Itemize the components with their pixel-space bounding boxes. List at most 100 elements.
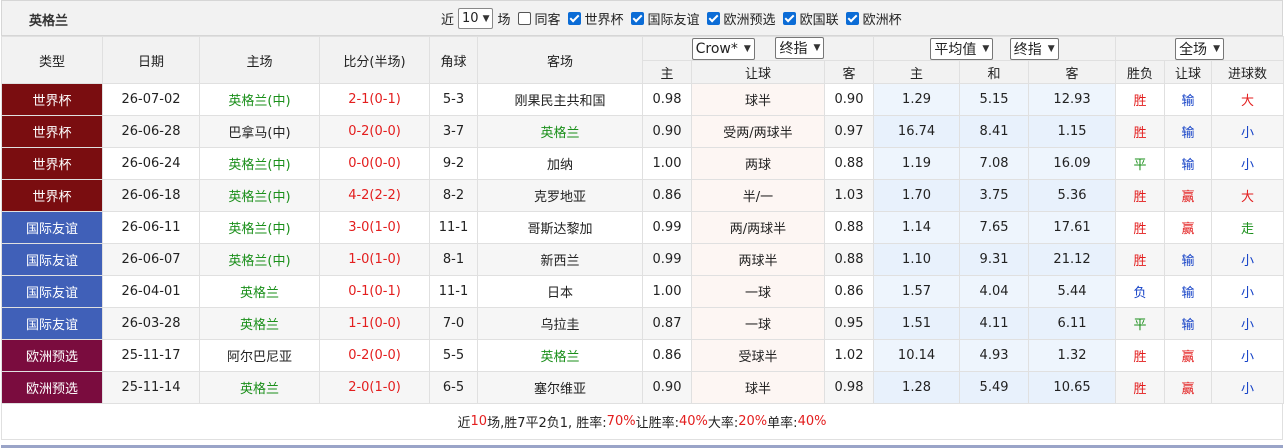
away-team-cell[interactable]: 刚果民主共和国 [477,83,643,116]
sub-header-goals: 进球数 [1211,60,1284,84]
odds-away-cell: 0.88 [823,243,875,276]
handicap-cell: 球半 [691,371,825,404]
score-cell[interactable]: 2-0(1-0) [319,371,430,404]
label-euro: 欧洲杯 [862,13,902,28]
home-team-cell[interactable]: 英格兰(中) [199,147,320,180]
odds-home-cell: 1.00 [642,275,692,308]
score-cell[interactable]: 0-0(0-0) [319,147,430,180]
home-team-cell[interactable]: 英格兰(中) [199,243,320,276]
chevron-down-icon: ▼ [1047,43,1055,54]
result-cell: 胜 [1115,339,1166,372]
away-team-cell[interactable]: 乌拉圭 [477,307,643,340]
match-date-cell: 26-06-07 [102,243,200,276]
match-date-cell: 26-03-28 [102,307,200,340]
final-index-select-2[interactable]: 终指 ▼ [1009,37,1059,60]
goals-result-cell: 小 [1211,275,1284,308]
handicap-result-cell: 赢 [1164,211,1213,244]
result-cell: 胜 [1115,179,1166,212]
away-team-cell[interactable]: 加纳 [477,147,643,180]
avg-away-cell: 12.93 [1028,83,1117,116]
avg-cell: 平均值 ▼ 终指 ▼ [873,36,1117,61]
header-away: 客场 [477,36,643,84]
match-date-cell: 25-11-17 [102,339,200,372]
checkbox-euro-qual[interactable] [706,12,720,25]
avg-away-cell: 10.65 [1028,371,1117,404]
average-select[interactable]: 平均值 ▼ [930,37,994,60]
away-team-cell[interactable]: 英格兰 [477,115,643,148]
table-row: 国际友谊 26-06-11 英格兰(中) 3-0(1-0) 11-1 哥斯达黎加 0.99 两… [1,211,1284,244]
stats-panel: 英格兰 近 10 ▼ 场 同客 世界杯 国际友谊 欧洲预选 欧国联 欧洲杯 类型 … [1,0,1284,448]
score-cell[interactable]: 1-1(0-0) [319,307,430,340]
match-date-cell: 26-06-18 [102,179,200,212]
goals-result-cell: 小 [1211,371,1284,404]
checkbox-nations-league[interactable] [782,12,796,25]
same-home-checkbox[interactable] [517,12,531,25]
home-team-cell[interactable]: 巴拿马(中) [199,115,320,148]
avg-draw-cell: 3.75 [959,179,1030,212]
corner-cell: 11-1 [429,275,478,308]
score-cell[interactable]: 0-1(0-1) [319,275,430,308]
full-time-select[interactable]: 全场 ▼ [1175,37,1224,60]
avg-home-cell: 1.28 [873,371,961,404]
odds-home-cell: 0.90 [642,371,692,404]
handicap-result-cell: 输 [1164,147,1213,180]
table-row: 欧洲预选 25-11-14 英格兰 2-0(1-0) 6-5 塞尔维亚 0.90 球半 0.98… [1,371,1284,404]
goals-result-cell: 小 [1211,147,1284,180]
home-team-cell[interactable]: 英格兰(中) [199,179,320,212]
corner-cell: 11-1 [429,211,478,244]
sub-header-avg-draw: 和 [959,60,1030,84]
away-team-cell[interactable]: 塞尔维亚 [477,371,643,404]
goals-result-cell: 小 [1211,243,1284,276]
away-team-cell[interactable]: 日本 [477,275,643,308]
summary-big-label: 大率: [707,416,739,431]
score-cell[interactable]: 2-1(0-1) [319,83,430,116]
home-team-cell[interactable]: 英格兰(中) [199,83,320,116]
odds-home-cell: 0.90 [642,115,692,148]
summary-prefix: 近 [457,416,471,431]
away-team-cell[interactable]: 英格兰 [477,339,643,372]
checkbox-friendly[interactable] [630,12,644,25]
home-team-cell[interactable]: 英格兰 [199,307,320,340]
summary-bar: 近 10 场,胜7平2负1, 胜率: 70% 让胜率: 40% 大率: 20% 单率: 40… [1,404,1283,440]
goals-result-cell: 小 [1211,339,1284,372]
goals-result-cell: 小 [1211,307,1284,340]
header-date: 日期 [102,36,200,84]
header-type: 类型 [1,36,103,84]
match-date-cell: 26-07-02 [102,83,200,116]
home-team-cell[interactable]: 英格兰 [199,275,320,308]
away-team-cell[interactable]: 新西兰 [477,243,643,276]
score-cell[interactable]: 0-2(0-0) [319,339,430,372]
avg-away-cell: 17.61 [1028,211,1117,244]
home-team-cell[interactable]: 英格兰(中) [199,211,320,244]
checkbox-worldcup[interactable] [567,12,581,25]
summary-odd-label: 单率: [767,416,798,431]
result-cell: 胜 [1115,211,1166,244]
checkbox-euro[interactable] [845,12,859,25]
score-cell[interactable]: 4-2(2-2) [319,179,430,212]
score-cell[interactable]: 0-2(0-0) [319,115,430,148]
home-team-cell[interactable]: 阿尔巴尼亚 [199,339,320,372]
away-team-cell[interactable]: 哥斯达黎加 [477,211,643,244]
odds-home-cell: 0.86 [642,339,692,372]
match-date-cell: 25-11-14 [102,371,200,404]
away-team-cell[interactable]: 克罗地亚 [477,179,643,212]
home-team-cell[interactable]: 英格兰 [199,371,320,404]
label-worldcup: 世界杯 [584,13,624,28]
score-cell[interactable]: 3-0(1-0) [319,211,430,244]
company-select[interactable]: Crow* ▼ [691,38,755,60]
odds-home-cell: 1.00 [642,147,692,180]
handicap-cell: 两/两球半 [691,211,825,244]
handicap-result-cell: 赢 [1164,179,1213,212]
final-index-select[interactable]: 终指 ▼ [775,37,825,59]
odds-away-cell: 0.95 [823,307,875,340]
avg-away-cell: 1.32 [1028,339,1117,372]
corner-cell: 6-5 [429,371,478,404]
score-cell[interactable]: 1-0(1-0) [319,243,430,276]
chevron-down-icon: ▼ [1213,43,1220,54]
avg-home-cell: 1.29 [873,83,961,116]
odds-away-cell: 0.97 [823,115,875,148]
handicap-cell: 球半 [691,83,825,116]
match-type-cell: 世界杯 [1,83,103,116]
match-count-select[interactable]: 10 ▼ [458,8,494,29]
handicap-result-cell: 赢 [1164,371,1213,404]
